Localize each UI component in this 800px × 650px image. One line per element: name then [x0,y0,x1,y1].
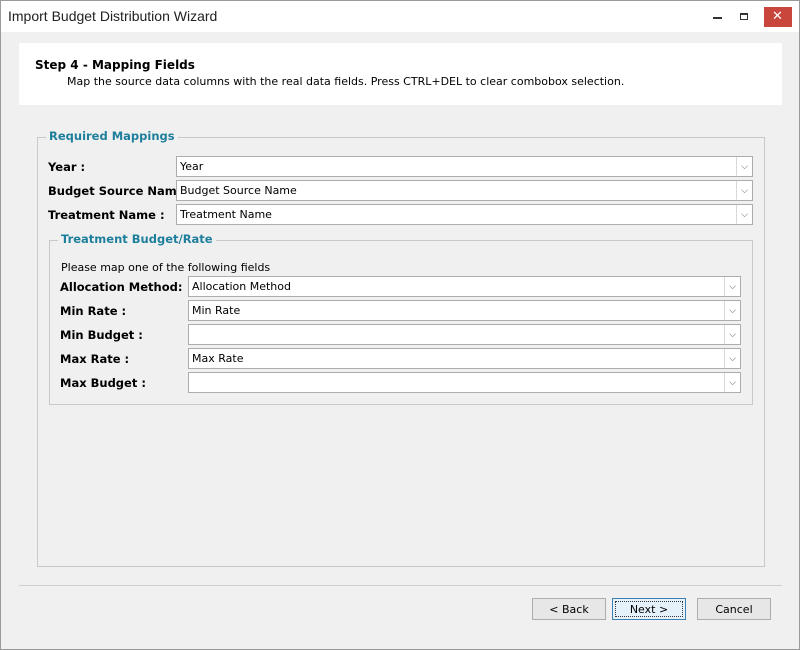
allocation-method-combobox[interactable]: Allocation Method ⌵ [188,276,741,297]
chevron-down-icon[interactable]: ⌵ [736,205,752,224]
minimize-button[interactable] [704,1,730,32]
step-header: Step 4 - Mapping Fields Map the source d… [19,43,782,105]
max-rate-label: Max Rate : [60,352,130,366]
treatment-name-label: Treatment Name : [48,208,165,222]
min-budget-label: Min Budget : [60,328,143,342]
chevron-down-icon[interactable]: ⌵ [724,325,740,344]
maximize-button[interactable] [731,1,757,32]
required-mappings-legend: Required Mappings [46,129,178,143]
footer-divider [19,585,782,586]
next-button[interactable]: Next > [612,598,686,620]
allocation-method-label: Allocation Method: [60,280,183,294]
next-button-label: Next > [629,602,669,616]
budget-source-name-combobox[interactable]: Budget Source Name ⌵ [176,180,753,201]
maximize-icon [740,13,748,20]
budget-source-name-label: Budget Source Name : [48,184,194,198]
min-rate-label: Min Rate : [60,304,127,318]
chevron-down-icon[interactable]: ⌵ [724,301,740,320]
step-description: Map the source data columns with the rea… [67,75,625,88]
treatment-budget-rate-legend: Treatment Budget/Rate [58,232,216,246]
chevron-down-icon[interactable]: ⌵ [724,277,740,296]
chevron-down-icon[interactable]: ⌵ [724,373,740,392]
budget-source-name-combobox-value: Budget Source Name [180,184,297,197]
mapping-hint: Please map one of the following fields [61,261,271,274]
max-rate-combobox[interactable]: Max Rate ⌵ [188,348,741,369]
max-rate-combobox-value: Max Rate [192,352,244,365]
window-title: Import Budget Distribution Wizard [8,8,218,24]
chevron-down-icon[interactable]: ⌵ [736,181,752,200]
allocation-method-combobox-value: Allocation Method [192,280,291,293]
treatment-name-combobox-value: Treatment Name [180,208,272,221]
max-budget-combobox[interactable]: ⌵ [188,372,741,393]
back-button-label: < Back [549,602,589,616]
chevron-down-icon[interactable]: ⌵ [724,349,740,368]
back-button[interactable]: < Back [532,598,606,620]
cancel-button-label: Cancel [715,602,753,616]
step-title: Step 4 - Mapping Fields [35,58,195,72]
year-combobox-value: Year [180,160,204,173]
min-budget-combobox[interactable]: ⌵ [188,324,741,345]
max-budget-label: Max Budget : [60,376,146,390]
close-icon: ✕ [763,6,792,27]
wizard-window: Import Budget Distribution Wizard ✕ Step… [0,0,800,650]
year-label: Year : [48,160,86,174]
title-bar: Import Budget Distribution Wizard ✕ [1,1,799,32]
treatment-name-combobox[interactable]: Treatment Name ⌵ [176,204,753,225]
min-rate-combobox-value: Min Rate [192,304,241,317]
minimize-icon [712,17,722,19]
close-button[interactable]: ✕ [756,1,799,32]
chevron-down-icon[interactable]: ⌵ [736,157,752,176]
year-combobox[interactable]: Year ⌵ [176,156,753,177]
min-rate-combobox[interactable]: Min Rate ⌵ [188,300,741,321]
cancel-button[interactable]: Cancel [697,598,771,620]
